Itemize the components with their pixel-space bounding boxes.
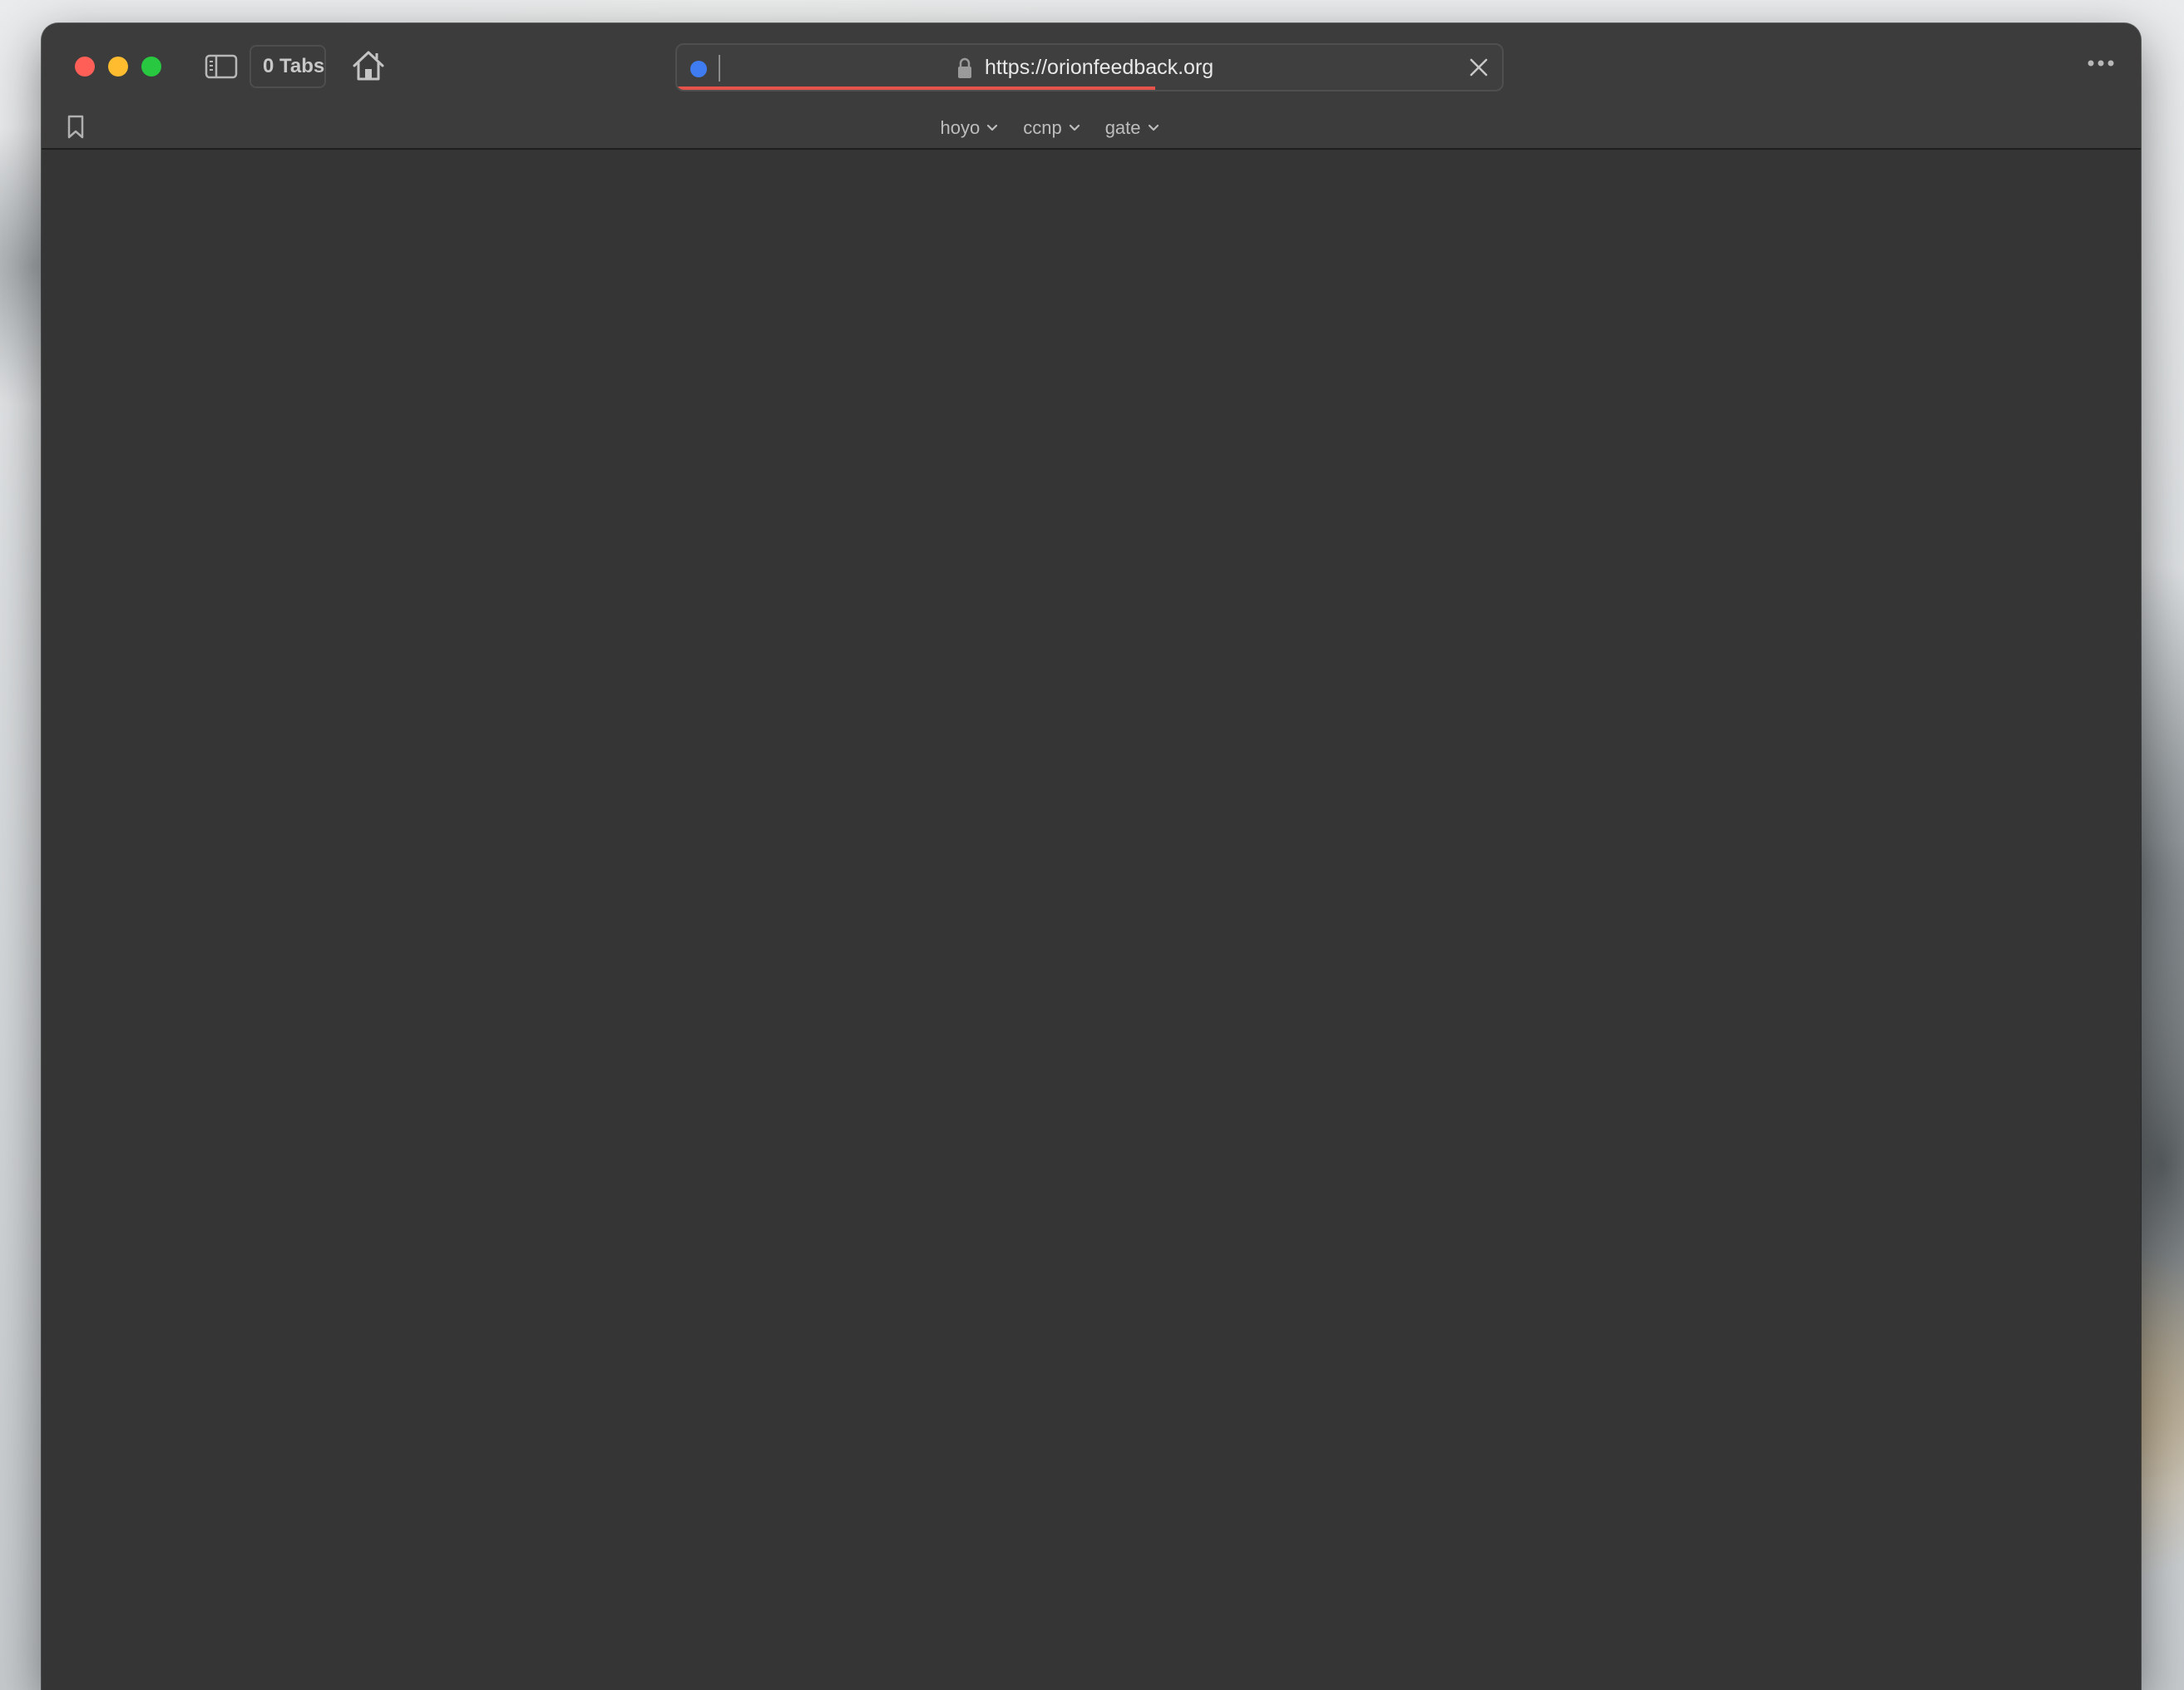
home-button[interactable] bbox=[351, 48, 386, 83]
page-load-progress-bar bbox=[677, 86, 1156, 90]
tabs-button[interactable]: 0 Tabs bbox=[250, 45, 326, 88]
url-text[interactable]: https://orionfeedback.org bbox=[985, 45, 1213, 90]
bookmark-folder-gate[interactable]: gate bbox=[1105, 113, 1159, 143]
bookmark-folder-label: hoyo bbox=[940, 117, 981, 138]
bookmark-folder-label: gate bbox=[1104, 117, 1141, 138]
sidebar-icon bbox=[205, 54, 238, 79]
chevron-down-icon bbox=[1069, 124, 1080, 131]
site-indicator-dot bbox=[690, 61, 707, 77]
more-icon bbox=[2088, 60, 2114, 67]
bookmark-folder-label: ccnp bbox=[1023, 117, 1062, 138]
toolbar: 0 Tabs https://orionfeedback.org hoyo cc… bbox=[42, 23, 2141, 150]
maximize-window-button[interactable] bbox=[141, 57, 161, 77]
minimize-window-button[interactable] bbox=[108, 57, 128, 77]
chevron-down-icon bbox=[1148, 124, 1159, 131]
browser-window: 0 Tabs https://orionfeedback.org hoyo cc… bbox=[42, 23, 2141, 1690]
chevron-down-icon bbox=[987, 124, 998, 131]
close-window-button[interactable] bbox=[75, 57, 95, 77]
home-icon bbox=[353, 51, 384, 81]
bookmark-folder-ccnp[interactable]: ccnp bbox=[1023, 113, 1080, 143]
close-icon bbox=[1470, 58, 1488, 77]
clear-url-button[interactable] bbox=[1467, 56, 1490, 79]
address-bar[interactable]: https://orionfeedback.org bbox=[675, 43, 1504, 91]
lock-icon bbox=[958, 57, 971, 78]
bookmarks-bar: hoyo ccnp gate bbox=[42, 113, 2099, 143]
bookmark-folder-hoyo[interactable]: hoyo bbox=[940, 113, 998, 143]
text-caret bbox=[719, 55, 720, 82]
sidebar-toggle-button[interactable] bbox=[205, 53, 238, 80]
more-options-button[interactable] bbox=[2084, 53, 2117, 73]
page-content-area[interactable] bbox=[42, 150, 2141, 1690]
